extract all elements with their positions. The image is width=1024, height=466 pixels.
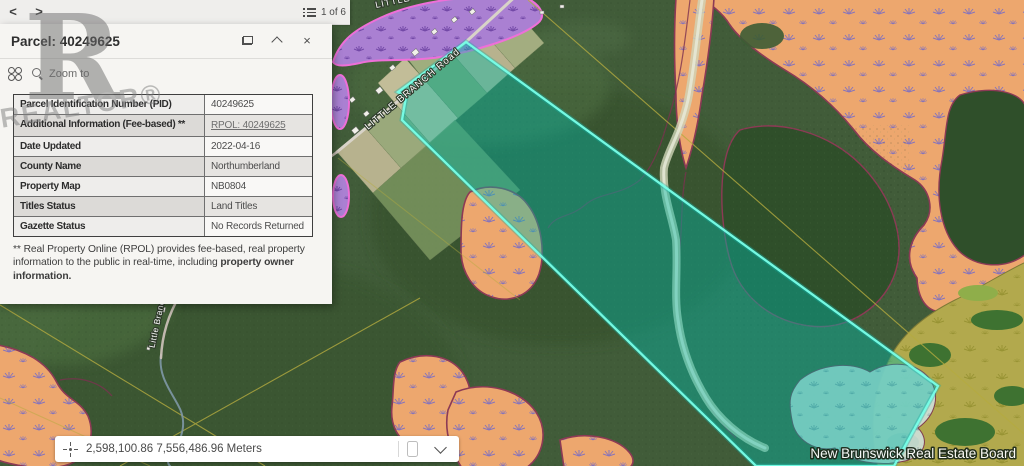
- close-button[interactable]: ×: [292, 24, 322, 58]
- popup-actions: Zoom to: [0, 59, 332, 87]
- table-row: County Name Northumberland: [14, 157, 312, 177]
- table-row: Property Map NB0804: [14, 177, 312, 197]
- collapse-button[interactable]: [262, 24, 292, 59]
- coordinate-readout: 2,598,100.86 7,556,486.96 Meters: [86, 443, 398, 455]
- table-row: Date Updated 2022-04-16: [14, 137, 312, 157]
- popup-header: Parcel: 40249625 ×: [0, 24, 332, 58]
- next-feature-button[interactable]: >: [26, 0, 52, 24]
- row-label: Date Updated: [14, 137, 205, 156]
- row-value: Northumberland: [205, 157, 312, 176]
- row-value: 2022-04-16: [205, 137, 312, 156]
- map-attribution: New Brunswick Real Estate Board: [810, 446, 1016, 461]
- previous-feature-button[interactable]: <: [0, 0, 26, 24]
- zoom-to-label: Zoom to: [49, 68, 89, 80]
- table-row: Parcel Identification Number (PID) 40249…: [14, 95, 312, 115]
- chevron-up-icon: [271, 36, 282, 47]
- divider: [398, 441, 399, 457]
- feature-pager[interactable]: 1 of 6: [303, 7, 350, 18]
- attribute-table: Parcel Identification Number (PID) 40249…: [13, 94, 313, 237]
- row-label: County Name: [14, 157, 205, 176]
- actions-menu-icon[interactable]: [8, 67, 22, 81]
- row-value: No Records Returned: [205, 217, 312, 236]
- popup-toolbar: < > 1 of 6: [0, 0, 350, 25]
- row-label: Titles Status: [14, 197, 205, 216]
- parcel-map-viewer: LITTLE BRANCH Road LITTLE Little Branch …: [0, 0, 1024, 466]
- rpol-footnote: ** Real Property Online (RPOL) provides …: [0, 237, 332, 284]
- row-label: Parcel Identification Number (PID): [14, 95, 205, 114]
- row-label: Additional Information (Fee-based) **: [14, 115, 205, 136]
- row-label: Property Map: [14, 177, 205, 196]
- dock-button[interactable]: [232, 24, 262, 58]
- coordinate-bar: 2,598,100.86 7,556,486.96 Meters: [55, 436, 459, 462]
- crosshair-icon: [63, 442, 78, 457]
- dock-icon: [242, 36, 253, 45]
- magnifier-icon: [32, 68, 44, 80]
- rpol-link[interactable]: RPOL: 40249625: [211, 120, 285, 131]
- zoom-to-button[interactable]: Zoom to: [32, 68, 89, 80]
- feature-list-icon: [303, 7, 316, 17]
- table-row: Titles Status Land Titles: [14, 197, 312, 217]
- row-value: NB0804: [205, 177, 312, 196]
- table-row: Additional Information (Fee-based) ** RP…: [14, 115, 312, 137]
- mobile-locate-toggle[interactable]: [407, 441, 418, 457]
- chevron-down-icon[interactable]: [434, 441, 447, 454]
- row-label: Gazette Status: [14, 217, 205, 236]
- row-value: Land Titles: [205, 197, 312, 216]
- parcel-popup: Parcel: 40249625 × Zoom to Parcel Identi…: [0, 24, 332, 304]
- popup-title: Parcel: 40249625: [11, 34, 232, 49]
- table-row: Gazette Status No Records Returned: [14, 217, 312, 236]
- row-value: 40249625: [205, 95, 312, 114]
- pager-label: 1 of 6: [321, 7, 346, 18]
